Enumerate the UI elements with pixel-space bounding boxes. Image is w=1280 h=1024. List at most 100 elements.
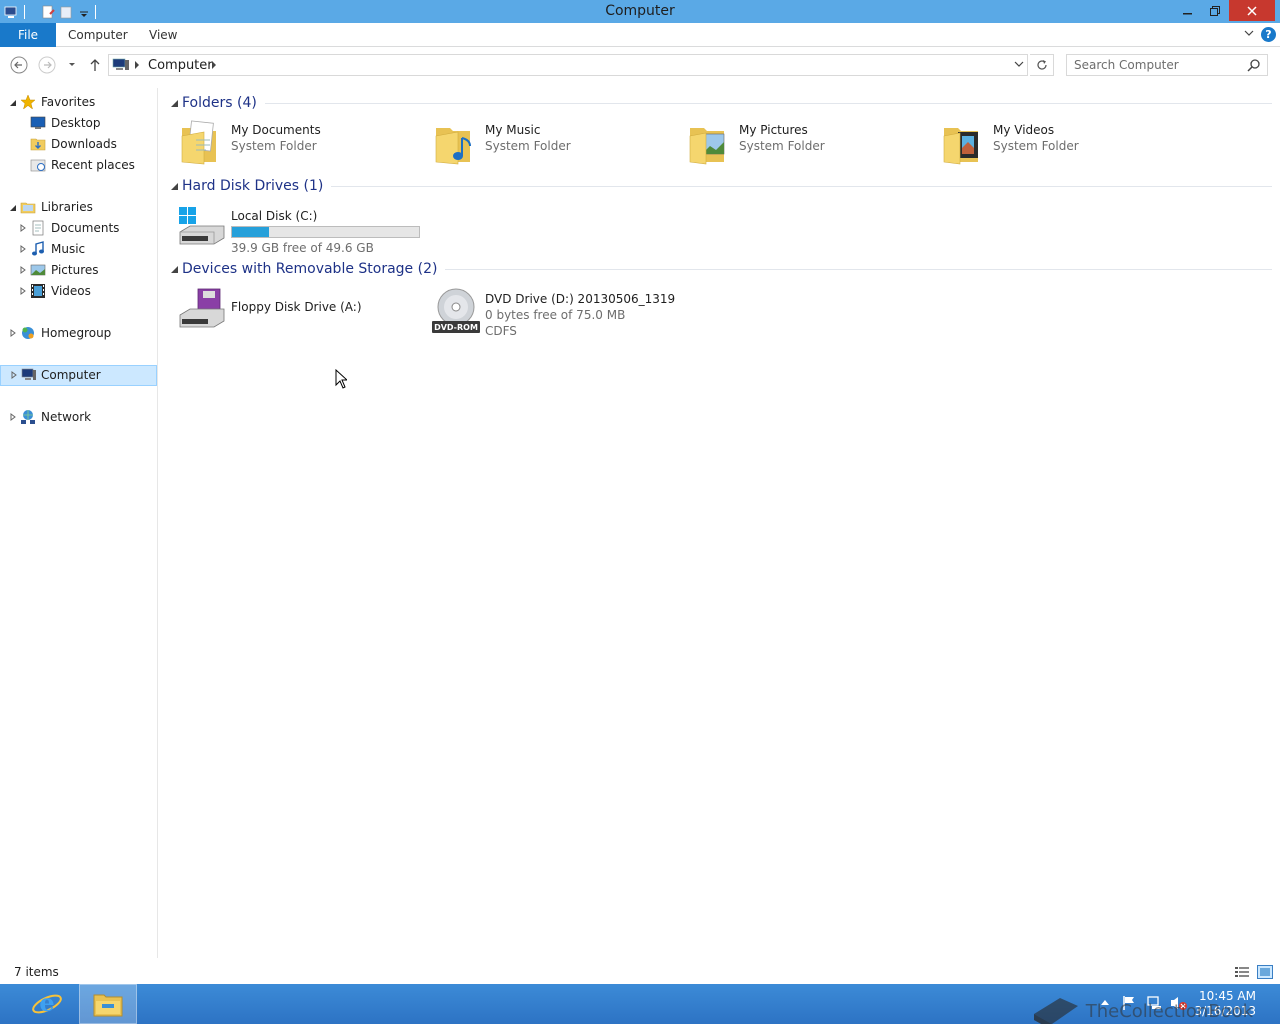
back-button[interactable]: [9, 55, 29, 75]
collapsed-arrow-icon[interactable]: [10, 371, 18, 379]
group-divider: [445, 268, 1272, 270]
collapsed-arrow-icon[interactable]: [19, 245, 27, 253]
sidebar-item-favorites[interactable]: Favorites: [0, 92, 157, 113]
sidebar-item-recent-places[interactable]: Recent places: [0, 155, 157, 176]
sidebar-item-music[interactable]: Music: [0, 239, 157, 260]
chevron-down-icon: [69, 63, 75, 66]
sidebar-item-videos[interactable]: Videos: [0, 281, 157, 302]
content-pane: Folders (4) My Documents System Folder M…: [160, 88, 1280, 958]
sidebar-item-label: Libraries: [41, 200, 93, 214]
tile-subtitle: System Folder: [231, 139, 317, 153]
music-note-icon: [32, 241, 44, 256]
customize-toolbar-icon[interactable]: [77, 5, 91, 19]
file-explorer-button[interactable]: [79, 984, 137, 1024]
up-arrow-icon: [90, 59, 100, 71]
sidebar-item-downloads[interactable]: Downloads: [0, 134, 157, 155]
group-collapse-icon[interactable]: [170, 182, 179, 191]
minimize-button[interactable]: [1174, 0, 1201, 21]
folder-tile-my-documents[interactable]: My Documents System Folder: [178, 118, 428, 174]
folder-tile-my-music[interactable]: My Music System Folder: [432, 118, 682, 174]
minimize-icon: [1182, 12, 1192, 14]
expand-ribbon-icon[interactable]: [1244, 28, 1254, 38]
window-title: Computer: [605, 3, 675, 19]
computer-icon: [21, 368, 36, 380]
sidebar-item-desktop[interactable]: Desktop: [0, 113, 157, 134]
group-collapse-icon[interactable]: [170, 99, 179, 108]
pictures-icon: [30, 264, 46, 276]
details-view-icon[interactable]: [1234, 965, 1250, 979]
refresh-button[interactable]: [1030, 54, 1054, 76]
tab-view[interactable]: View: [138, 23, 188, 47]
capacity-bar: [231, 226, 420, 238]
breadcrumb-separator-icon[interactable]: [210, 59, 218, 71]
title-bar[interactable]: Computer: [0, 0, 1280, 23]
svg-text:e: e: [39, 988, 54, 1017]
recent-locations-button[interactable]: [62, 55, 82, 75]
film-icon: [31, 284, 45, 298]
search-box[interactable]: [1066, 54, 1268, 76]
star-icon: [20, 94, 36, 110]
sidebar-item-label: Videos: [51, 284, 91, 298]
computer-icon: [112, 58, 129, 70]
large-icons-view-icon[interactable]: [1257, 965, 1273, 979]
internet-explorer-button[interactable]: e: [18, 984, 76, 1024]
up-button[interactable]: [85, 55, 105, 75]
internet-explorer-icon: e: [32, 988, 62, 1017]
capacity-fill: [232, 227, 269, 237]
tab-file[interactable]: File: [0, 23, 56, 47]
group-header-folders[interactable]: Folders (4): [170, 94, 1272, 112]
drive-tile-dvd-d[interactable]: DVD-ROM DVD Drive (D:) 20130506_1319 0 b…: [432, 287, 682, 343]
group-header-removable-storage[interactable]: Devices with Removable Storage (2): [170, 260, 1272, 278]
libraries-icon: [20, 202, 36, 214]
computer-icon[interactable]: [4, 5, 18, 19]
expanded-arrow-icon[interactable]: [9, 99, 17, 107]
address-dropdown-icon[interactable]: [1014, 59, 1024, 69]
breadcrumb-separator-icon[interactable]: [133, 59, 141, 71]
mouse-cursor-icon: [335, 369, 347, 389]
collapsed-arrow-icon[interactable]: [19, 287, 27, 295]
watermark-text: TheCollectionBook: [1085, 1001, 1254, 1022]
sidebar-item-documents[interactable]: Documents: [0, 218, 157, 239]
tile-name: My Videos: [993, 123, 1055, 137]
free-space-text: 39.9 GB free of 49.6 GB: [231, 241, 374, 255]
collapsed-arrow-icon[interactable]: [19, 266, 27, 274]
sidebar-item-homegroup[interactable]: Homegroup: [0, 323, 157, 344]
recent-places-icon: [30, 159, 46, 172]
expanded-arrow-icon[interactable]: [9, 204, 17, 212]
collapsed-arrow-icon[interactable]: [19, 224, 27, 232]
search-input[interactable]: [1067, 55, 1237, 75]
folder-tile-my-videos[interactable]: My Videos System Folder: [940, 118, 1190, 174]
sidebar-item-pictures[interactable]: Pictures: [0, 260, 157, 281]
new-folder-icon[interactable]: [59, 5, 73, 19]
breadcrumb-computer[interactable]: Computer: [148, 58, 213, 73]
sidebar-item-label: Music: [51, 242, 86, 256]
pictures-folder-icon: [689, 128, 725, 165]
tile-subtitle: System Folder: [739, 139, 825, 153]
tab-computer[interactable]: Computer: [57, 23, 139, 47]
documents-folder-icon: [181, 120, 216, 165]
sidebar-item-label: Pictures: [51, 263, 99, 277]
close-button[interactable]: [1229, 0, 1275, 21]
drive-tile-floppy-a[interactable]: Floppy Disk Drive (A:): [178, 287, 428, 343]
folder-tile-my-pictures[interactable]: My Pictures System Folder: [686, 118, 936, 174]
sidebar-item-libraries[interactable]: Libraries: [0, 197, 157, 218]
sidebar-item-computer[interactable]: Computer: [0, 365, 157, 386]
status-bar: 7 items: [0, 962, 1280, 984]
refresh-icon: [1036, 60, 1047, 70]
group-collapse-icon[interactable]: [170, 265, 179, 274]
forward-arrow-icon: [38, 56, 56, 74]
forward-button[interactable]: [37, 55, 57, 75]
collapsed-arrow-icon[interactable]: [9, 329, 17, 337]
properties-icon[interactable]: [41, 5, 55, 19]
collapsed-arrow-icon[interactable]: [9, 413, 17, 421]
address-bar[interactable]: Computer: [108, 54, 1028, 76]
group-header-hard-disk-drives[interactable]: Hard Disk Drives (1): [170, 177, 1272, 195]
tile-name: DVD Drive (D:) 20130506_1319: [485, 292, 676, 306]
restore-button[interactable]: [1201, 0, 1228, 21]
search-icon[interactable]: [1247, 58, 1261, 72]
drive-tile-local-disk-c[interactable]: Local Disk (C:) 39.9 GB free of 49.6 GB: [178, 204, 428, 260]
filesystem-text: CDFS: [485, 324, 517, 338]
group-title: Folders (4): [182, 95, 257, 111]
help-icon[interactable]: ?: [1261, 27, 1276, 42]
sidebar-item-network[interactable]: Network: [0, 407, 157, 428]
